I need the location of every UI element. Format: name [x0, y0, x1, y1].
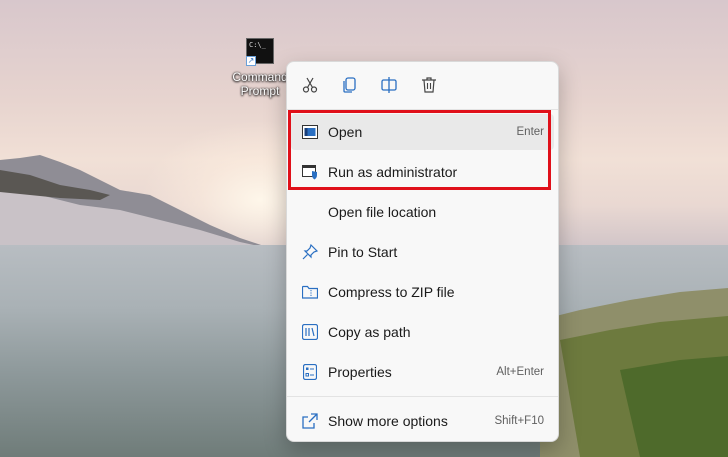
copy-button[interactable] — [337, 72, 363, 98]
pin-icon — [301, 243, 319, 261]
rename-button[interactable] — [376, 72, 402, 98]
menu-item-compress-to-zip[interactable]: Compress to ZIP file — [291, 274, 554, 310]
zip-folder-icon — [301, 283, 319, 301]
menu-item-label: Properties — [328, 364, 392, 380]
more-options-icon — [301, 412, 319, 430]
menu-item-label: Compress to ZIP file — [328, 284, 455, 300]
shoreline-hill — [0, 155, 300, 260]
menu-item-show-more-options[interactable]: Show more options Shift+F10 — [291, 403, 554, 439]
menu-item-shortcut: Alt+Enter — [496, 366, 544, 378]
menu-item-label: Copy as path — [328, 324, 411, 340]
shortcut-label-line1: Command — [232, 70, 288, 84]
copy-path-icon — [301, 323, 319, 341]
shortcut-label-line2: Prompt — [240, 84, 280, 98]
annotation-highlight-box — [288, 110, 551, 190]
menu-divider — [287, 396, 558, 397]
shortcut-arrow-icon: ↗ — [246, 56, 256, 66]
menu-item-open-file-location[interactable]: Open file location — [291, 194, 554, 230]
menu-item-label: Show more options — [328, 413, 448, 429]
delete-icon — [422, 77, 436, 93]
menu-item-label: Open file location — [328, 204, 437, 220]
shortcut-label: Command Prompt — [228, 70, 292, 98]
menu-item-properties[interactable]: Properties Alt+Enter — [291, 354, 554, 390]
rename-icon — [381, 77, 397, 93]
properties-icon — [301, 363, 319, 381]
context-menu-toolbar — [287, 62, 558, 108]
cut-icon — [302, 77, 318, 93]
cmd-glyph: C:\_ — [249, 41, 266, 49]
menu-item-copy-as-path[interactable]: Copy as path — [291, 314, 554, 350]
menu-item-label: Pin to Start — [328, 244, 398, 260]
menu-item-pin-to-start[interactable]: Pin to Start — [291, 234, 554, 270]
command-prompt-shortcut[interactable]: C:\_ ↗ Command Prompt — [228, 36, 292, 106]
copy-icon — [343, 77, 356, 93]
grass-shore — [540, 288, 728, 457]
menu-item-shortcut: Shift+F10 — [494, 415, 544, 427]
cut-button[interactable] — [297, 72, 323, 98]
delete-button[interactable] — [416, 72, 442, 98]
